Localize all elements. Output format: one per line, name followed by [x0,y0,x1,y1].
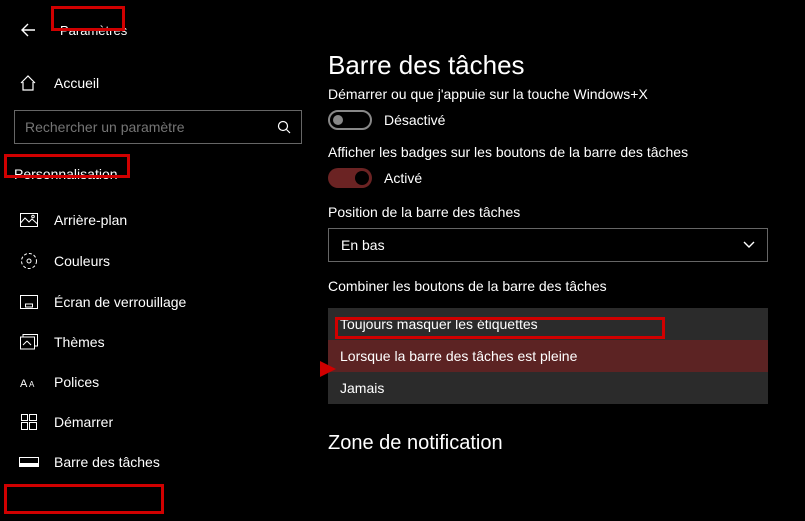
nav-label: Thèmes [54,334,105,350]
toggle-powermenu[interactable] [328,110,372,130]
lockscreen-icon [18,295,40,309]
combine-dropdown[interactable]: Toujours masquer les étiquettes Lorsque … [328,308,768,404]
position-dropdown[interactable]: En bas [328,228,768,262]
nav-label: Démarrer [54,414,113,430]
dropdown-value: En bas [341,237,385,253]
nav-background[interactable]: Arrière-plan [10,200,320,240]
nav-fonts[interactable]: AA Polices [10,362,320,402]
search-icon [277,120,291,134]
combine-label: Combiner les boutons de la barre des tâc… [328,278,607,294]
picture-icon [18,213,40,227]
combine-option-full[interactable]: Lorsque la barre des tâches est pleine [328,340,768,372]
back-arrow-icon [20,22,36,38]
nav-lockscreen[interactable]: Écran de verrouillage [10,282,320,322]
svg-text:A: A [29,380,35,389]
nav-label: Couleurs [54,253,110,269]
search-input[interactable] [25,119,277,135]
window-title: Paramètres [60,23,127,38]
home-label: Accueil [54,75,99,91]
nav-label: Arrière-plan [54,212,127,228]
toggle-state: Désactivé [384,112,445,128]
nav-label: Barre des tâches [54,454,160,470]
back-button[interactable] [16,18,40,42]
badges-label: Afficher les badges sur les boutons de l… [328,144,688,160]
home-icon [18,74,38,92]
toggle-state: Activé [384,170,422,186]
nav-start[interactable]: Démarrer [10,402,320,442]
combine-option-always[interactable]: Toujours masquer les étiquettes [328,308,768,340]
home-nav[interactable]: Accueil [10,64,320,102]
svg-text:A: A [20,378,28,389]
chevron-down-icon [743,241,755,249]
position-label: Position de la barre des tâches [328,204,520,220]
themes-icon [18,334,40,350]
nav-label: Écran de verrouillage [54,294,186,310]
fonts-icon: AA [18,375,40,389]
search-box[interactable] [14,110,302,144]
nav-themes[interactable]: Thèmes [10,322,320,362]
nav-taskbar[interactable]: Barre des tâches [10,442,320,482]
toggle-badges[interactable] [328,168,372,188]
category-heading: Personnalisation [10,160,122,188]
palette-icon [18,252,40,270]
truncated-description: Démarrer ou que j'appuie sur la touche W… [328,87,785,102]
nav-label: Polices [54,374,99,390]
page-title: Barre des tâches [328,50,785,81]
combine-option-never[interactable]: Jamais [328,372,768,404]
taskbar-icon [18,457,40,467]
start-icon [18,414,40,430]
notification-section-title: Zone de notification [328,432,785,455]
nav-colors[interactable]: Couleurs [10,240,320,282]
